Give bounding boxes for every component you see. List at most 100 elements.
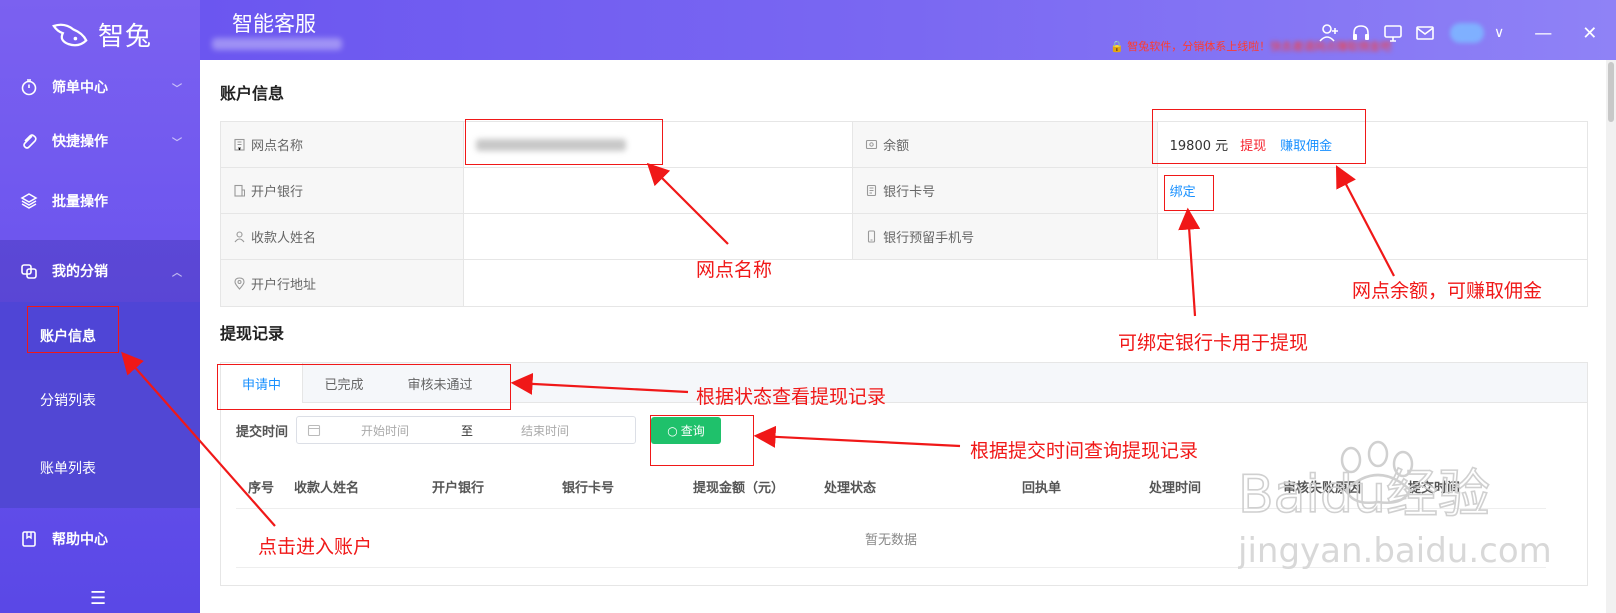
layers-icon <box>20 193 38 209</box>
annotation-balance: 网点余额，可赚取佣金 <box>1352 280 1543 302</box>
annotation-enter-account: 点击进入账户 <box>258 536 373 558</box>
value-payee <box>464 214 854 259</box>
column-header: 提现金额（元） <box>693 481 785 496</box>
close-icon[interactable]: ✕ <box>1582 23 1597 44</box>
value-bank <box>464 168 854 213</box>
baidu-watermark: Baidu经验 jingyan.baidu.com <box>1238 440 1552 571</box>
stopwatch-icon <box>21 79 37 96</box>
headset-icon[interactable] <box>1350 22 1372 44</box>
end-date-input[interactable]: 结束时间 <box>521 422 569 439</box>
notice-text: 智兔软件，分销体系上线啦！ <box>1127 40 1271 53</box>
sidebar-item-label: 我的分销 <box>52 264 108 280</box>
page-title: 智能客服 <box>232 12 316 36</box>
header-toolbar: ∨ — ✕ <box>1318 22 1597 44</box>
label-text: 收款人姓名 <box>251 231 317 246</box>
column-header: 开户银行 <box>432 481 485 496</box>
watermark-url: jingyan.baidu.com <box>1238 531 1552 571</box>
label-text: 网点名称 <box>251 139 304 154</box>
rabbit-logo-icon <box>52 23 88 46</box>
paperclip-icon <box>23 134 37 149</box>
book-icon <box>22 531 36 547</box>
withdraw-section-title: 提现记录 <box>220 324 285 343</box>
sidebar-item-filter-center[interactable]: 筛单中心 ﹀ <box>0 56 200 118</box>
annotation-box-balance <box>1152 109 1366 164</box>
column-header: 收款人姓名 <box>294 481 360 496</box>
video-chat-icon[interactable] <box>1382 22 1404 44</box>
sidebar-item-label: 筛单中心 <box>52 80 108 96</box>
chevron-up-icon: ︿ <box>172 267 182 279</box>
submenu-item-bill-list[interactable]: 账单列表 <box>0 434 200 502</box>
sidebar-item-quick-actions[interactable]: 快捷操作 ﹀ <box>0 110 200 172</box>
scrollbar-track[interactable] <box>1606 60 1616 613</box>
annotation-tabs: 根据状态查看提现记录 <box>696 386 887 408</box>
avatar[interactable] <box>1450 23 1484 43</box>
mail-icon[interactable] <box>1414 22 1436 44</box>
header-subtitle-blurred <box>212 38 342 50</box>
bank-icon <box>234 184 245 197</box>
label-text: 开户银行 <box>251 185 304 200</box>
watermark-brand: Baidu经验 <box>1238 465 1490 525</box>
chevron-down-icon: ﹀ <box>172 137 182 149</box>
label-text: 开户行地址 <box>251 277 317 293</box>
header: 智能客服 🔒 智兔软件，分销体系上线啦！快去邀请网点赚取佣金吧 ∨ — ✕ <box>200 0 1616 60</box>
value-card-number: 绑定 <box>1158 168 1587 213</box>
column-header: 序号 <box>248 481 275 496</box>
label-balance: 余额 <box>853 122 1158 167</box>
menu-collapse-icon[interactable]: ☰ <box>90 588 106 609</box>
sidebar-item-batch-actions[interactable]: 批量操作 <box>0 170 200 232</box>
annotation-bind-card: 可绑定银行卡用于提现 <box>1118 332 1309 354</box>
date-filter: 提交时间 开始时间 至 结束时间 <box>236 416 637 444</box>
annotation-box-query <box>650 415 754 466</box>
chevron-down-icon[interactable]: ∨ <box>1494 25 1504 41</box>
annotation-outlet-name: 网点名称 <box>696 259 773 281</box>
submenu-item-label: 账单列表 <box>40 461 96 477</box>
date-range-picker[interactable]: 开始时间 至 结束时间 <box>296 416 637 444</box>
user-icon <box>234 231 245 243</box>
chevron-down-icon: ﹀ <box>172 83 182 95</box>
filter-label: 提交时间 <box>236 424 289 440</box>
label-payee: 收款人姓名 <box>221 214 464 259</box>
label-text: 银行预留手机号 <box>883 231 975 246</box>
app-window: 智兔 筛单中心 ﹀ 快捷操作 ﹀ 批量操作 我的分销 ︿ 账户信息 分销列表 账… <box>0 0 1616 613</box>
submenu-item-label: 分销列表 <box>40 393 96 409</box>
phone-icon <box>868 230 876 243</box>
scrollbar-thumb[interactable] <box>1608 62 1614 122</box>
range-separator: 至 <box>461 423 474 438</box>
label-phone: 银行预留手机号 <box>853 214 1158 259</box>
distribution-icon <box>21 264 37 279</box>
table-row: 网点名称 余额 19800 元 提现 赚取佣金 <box>221 122 1587 168</box>
label-card-number: 银行卡号 <box>853 168 1158 213</box>
annotation-query: 根据提交时间查询提现记录 <box>970 440 1199 462</box>
label-text: 银行卡号 <box>883 185 936 200</box>
column-header: 处理状态 <box>824 481 877 496</box>
sidebar-item-help-center[interactable]: 帮助中心 <box>0 508 200 570</box>
annotation-box-bind <box>1164 175 1214 211</box>
annotation-box-tabs <box>217 364 511 410</box>
table-row: 收款人姓名 银行预留手机号 <box>221 214 1587 260</box>
column-header: 回执单 <box>1022 481 1062 496</box>
annotation-box-account-info <box>27 306 119 353</box>
submenu-item-distribution-list[interactable]: 分销列表 <box>0 366 200 434</box>
sidebar-item-label: 快捷操作 <box>52 134 108 150</box>
calendar-icon <box>307 424 321 437</box>
wallet-icon <box>866 139 878 150</box>
building-icon <box>234 138 245 151</box>
column-header: 银行卡号 <box>562 481 615 496</box>
label-bank-address: 开户行地址 <box>221 260 464 306</box>
label-bank: 开户银行 <box>221 168 464 213</box>
table-row: 开户银行 银行卡号 绑定 <box>221 168 1587 214</box>
sidebar-item-label: 批量操作 <box>52 194 108 210</box>
start-date-input[interactable]: 开始时间 <box>361 422 461 439</box>
minimize-icon[interactable]: — <box>1534 23 1552 44</box>
annotation-box-outlet-name <box>465 119 663 165</box>
sidebar-item-my-distribution[interactable]: 我的分销 ︿ <box>0 240 200 302</box>
location-icon <box>234 276 245 290</box>
account-section-title: 账户信息 <box>220 84 285 103</box>
logo: 智兔 <box>52 16 152 53</box>
card-icon <box>867 184 877 197</box>
logo-text: 智兔 <box>98 22 153 52</box>
user-add-icon[interactable] <box>1318 22 1340 44</box>
value-phone <box>1158 214 1587 259</box>
column-header: 处理时间 <box>1149 481 1202 496</box>
label-text: 余额 <box>883 139 910 154</box>
